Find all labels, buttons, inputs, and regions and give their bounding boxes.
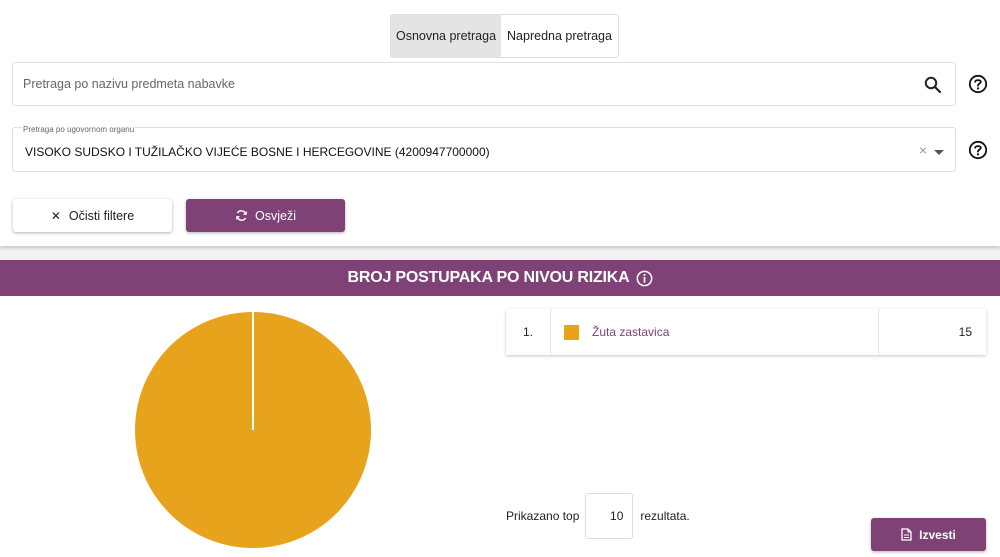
filter-panel: Osnovna pretraga Napredna pretraga Pretr…	[0, 0, 1000, 246]
row-index: 1.	[506, 309, 551, 355]
top-n-suffix: rezultata.	[640, 509, 690, 523]
search-mode-tabs: Osnovna pretraga Napredna pretraga	[390, 14, 619, 58]
row-value: 15	[958, 325, 972, 339]
chart-area: 1. Žuta zastavica 15 Prikazano top rezul…	[0, 296, 1000, 557]
section-header: BROJ POSTUPAKA PO NIVOU RIZIKA	[0, 260, 1000, 296]
top-n-input[interactable]	[585, 493, 634, 539]
legend-swatch	[564, 324, 579, 340]
section-title: BROJ POSTUPAKA PO NIVOU RIZIKA	[347, 269, 630, 286]
contracting-authority-select[interactable]: Pretraga po ugovornom organu VISOKO SUDS…	[12, 125, 956, 172]
risk-pie-chart	[135, 312, 371, 548]
close-icon[interactable]: ×	[919, 142, 927, 158]
select-label: Pretraga po ugovornom organu	[22, 125, 136, 134]
tab-advanced-search[interactable]: Napredna pretraga	[501, 15, 618, 57]
info-icon[interactable]	[636, 270, 653, 287]
legend-row: 1. Žuta zastavica 15	[506, 309, 986, 355]
refresh-button[interactable]: Osvježi	[186, 199, 345, 232]
refresh-icon	[236, 210, 247, 221]
top-n-prefix: Prikazano top	[506, 509, 580, 523]
legend-label: Žuta zastavica	[592, 325, 670, 339]
refresh-label: Osvježi	[255, 208, 296, 223]
search-icon[interactable]	[923, 75, 943, 95]
search-input[interactable]	[23, 77, 903, 91]
export-button[interactable]: Izvesti	[871, 518, 986, 551]
search-field	[12, 62, 956, 106]
clear-filters-label: Očisti filtere	[68, 208, 135, 223]
export-label: Izvesti	[919, 527, 956, 542]
document-icon	[901, 528, 912, 541]
help-icon[interactable]	[968, 74, 988, 94]
top-n-control: Prikazano top rezultata.	[506, 493, 690, 539]
select-value: VISOKO SUDSKO I TUŽILAČKO VIJEĆE BOSNE I…	[25, 145, 490, 159]
caret-down-icon[interactable]	[934, 150, 944, 155]
tab-basic-search[interactable]: Osnovna pretraga	[391, 15, 501, 57]
legend-item-yellow-flag[interactable]: Žuta zastavica	[551, 309, 879, 355]
clear-filters-button[interactable]: ✕ Očisti filtere	[13, 199, 172, 232]
close-icon: ✕	[50, 208, 61, 223]
help-icon[interactable]	[968, 140, 988, 160]
